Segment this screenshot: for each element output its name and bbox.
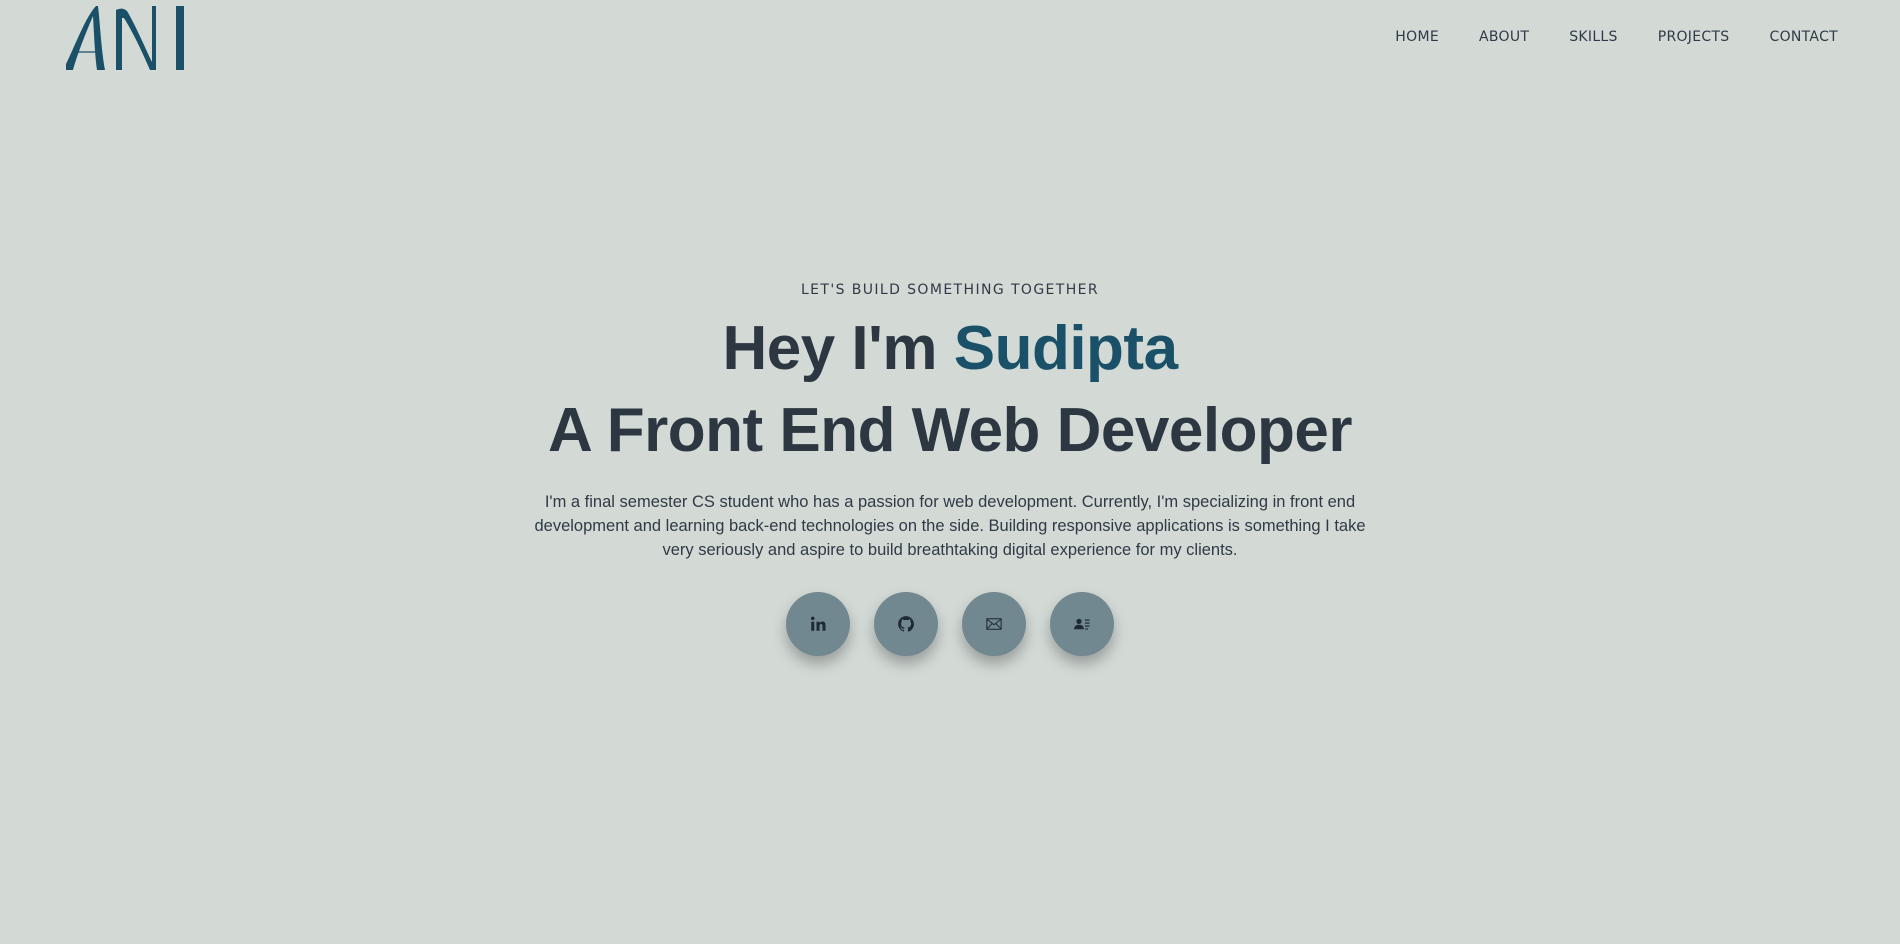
site-header: HOME ABOUT SKILLS PROJECTS CONTACT [0, 0, 1900, 80]
email-button[interactable] [962, 592, 1026, 656]
mail-icon [986, 618, 1002, 630]
logo-mark [66, 6, 184, 70]
contact-card-button[interactable] [1050, 592, 1114, 656]
hero-greeting: Hey I'm [722, 314, 937, 383]
hero-greeting-line: Hey I'm Sudipta [0, 308, 1900, 390]
linkedin-icon [811, 616, 826, 631]
hero-eyebrow: LET'S BUILD SOMETHING TOGETHER [800, 282, 1100, 298]
social-links [0, 592, 1900, 656]
hero-role: A Front End Web Developer [548, 396, 1352, 465]
nav-about[interactable]: ABOUT [1479, 27, 1529, 47]
hero-section: LET'S BUILD SOMETHING TOGETHER Hey I'm S… [0, 280, 1900, 656]
nav-skills[interactable]: SKILLS [1569, 27, 1617, 47]
brand-logo[interactable] [64, 4, 188, 72]
nav-contact[interactable]: CONTACT [1770, 27, 1839, 47]
hero-name: Sudipta [953, 314, 1178, 383]
nav-home[interactable]: HOME [1395, 27, 1439, 47]
contact-card-icon [1074, 618, 1090, 630]
nav-projects[interactable]: PROJECTS [1658, 27, 1730, 47]
hero-bio: I'm a final semester CS student who has … [534, 493, 1366, 559]
main-nav: HOME ABOUT SKILLS PROJECTS CONTACT [1395, 27, 1838, 47]
github-button[interactable] [874, 592, 938, 656]
linkedin-button[interactable] [786, 592, 850, 656]
github-icon [898, 616, 914, 632]
